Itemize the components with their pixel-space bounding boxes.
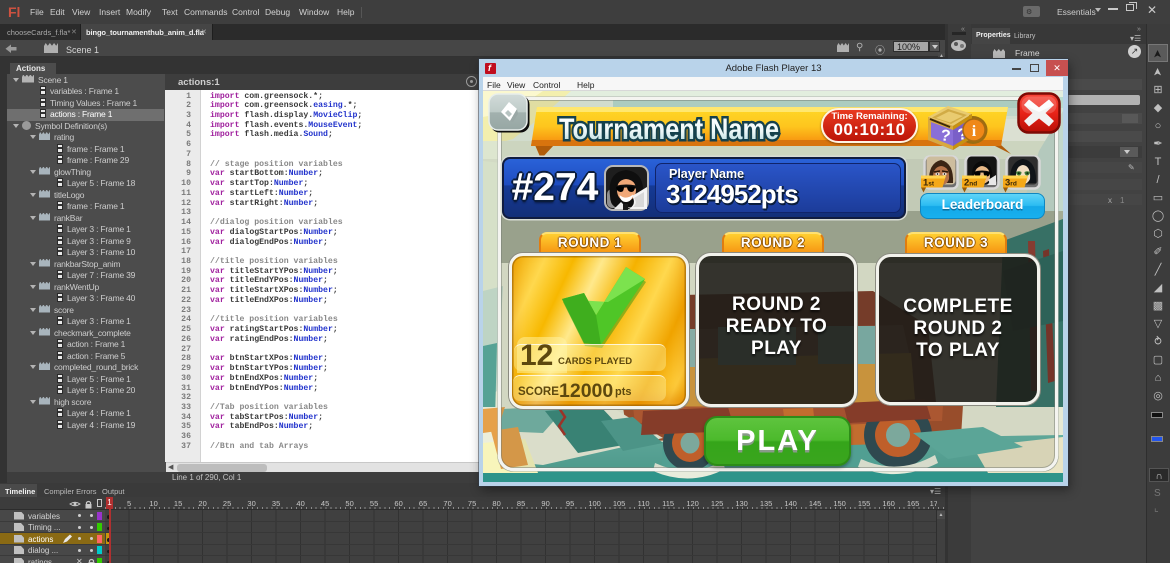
- svg-text:i: i: [972, 123, 977, 140]
- svg-text:Tournament Name: Tournament Name: [559, 113, 779, 146]
